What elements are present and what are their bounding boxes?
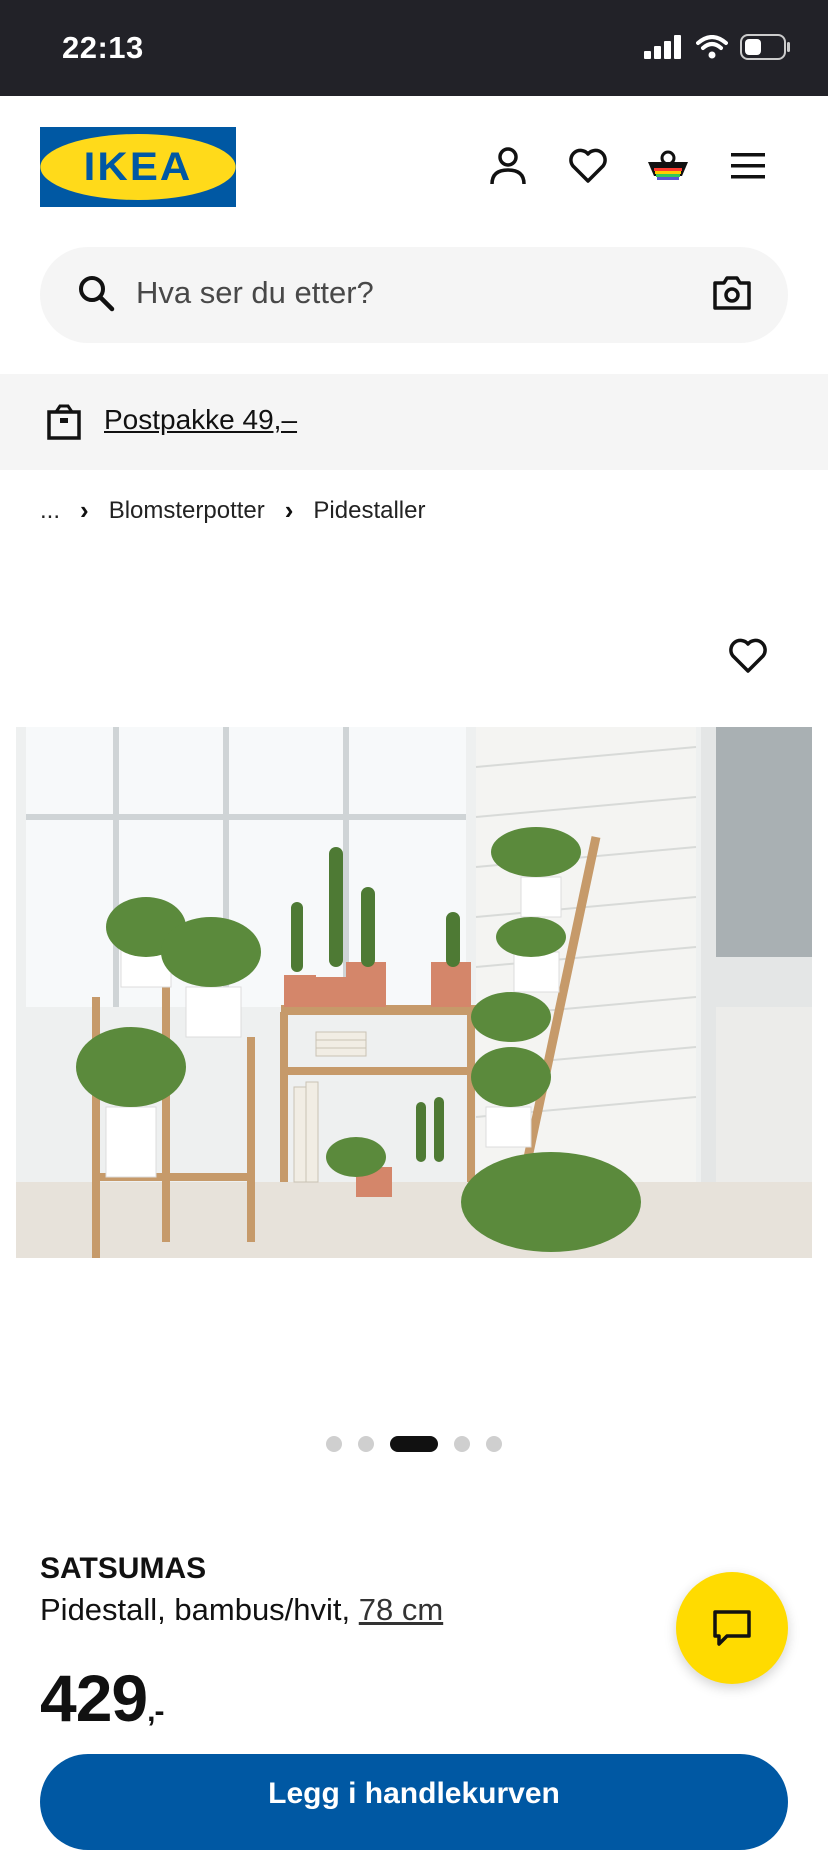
package-icon [47,404,81,440]
product-size-link[interactable]: 78 cm [359,1592,443,1627]
menu-icon[interactable] [726,144,770,188]
search-icon [79,276,115,312]
add-to-cart-button[interactable]: Legg i handlekurven [40,1754,788,1850]
plant-stand-photo [16,727,812,1258]
product-name: SATSUMAS [40,1552,207,1585]
battery-icon [740,34,790,60]
carousel-dots [0,1436,828,1452]
search-input[interactable]: Hva ser du etter? [136,275,374,311]
chevron-right-icon: › [284,495,294,525]
chat-button[interactable] [676,1572,788,1684]
breadcrumb-item-pidestaller[interactable]: Pidestaller [313,497,425,525]
price-suffix: ,- [147,1695,164,1728]
product-image[interactable] [16,727,812,1258]
header: IKEA [0,96,828,244]
breadcrumb-item-blomsterpotter[interactable]: Blomsterpotter [109,497,265,525]
status-time: 22:13 [62,30,144,65]
signal-icon [644,35,681,59]
search-bar[interactable]: Hva ser du etter? [40,247,788,343]
carousel-dot[interactable] [358,1436,374,1452]
user-icon[interactable] [486,144,530,188]
basket-icon[interactable] [646,144,690,188]
price-value: 429 [40,1661,148,1735]
product-description-text: Pidestall, bambus/hvit, [40,1592,359,1627]
product-description: Pidestall, bambus/hvit, 78 cm [40,1592,443,1628]
breadcrumb: ... › Blomsterpotter › Pidestaller [40,495,425,526]
status-bar: 22:13 [0,0,828,96]
product-price: 429,- [40,1660,164,1736]
carousel-dot-active[interactable] [390,1436,438,1452]
camera-icon[interactable] [712,275,752,311]
shipping-link[interactable]: Postpakke 49,– [104,404,297,436]
carousel-dot[interactable] [326,1436,342,1452]
ikea-logo[interactable]: IKEA [40,127,236,207]
promo-banner: Postpakke 49,– [0,374,828,470]
logo-text: IKEA [40,134,236,200]
carousel-dot[interactable] [486,1436,502,1452]
chevron-right-icon: › [80,495,89,525]
carousel-dot[interactable] [454,1436,470,1452]
status-icons [644,34,792,60]
breadcrumb-ellipsis[interactable]: ... [40,497,60,525]
favorite-heart-icon[interactable] [728,638,768,674]
wifi-icon [696,35,728,59]
heart-icon[interactable] [566,144,610,188]
chat-icon [713,1610,751,1646]
